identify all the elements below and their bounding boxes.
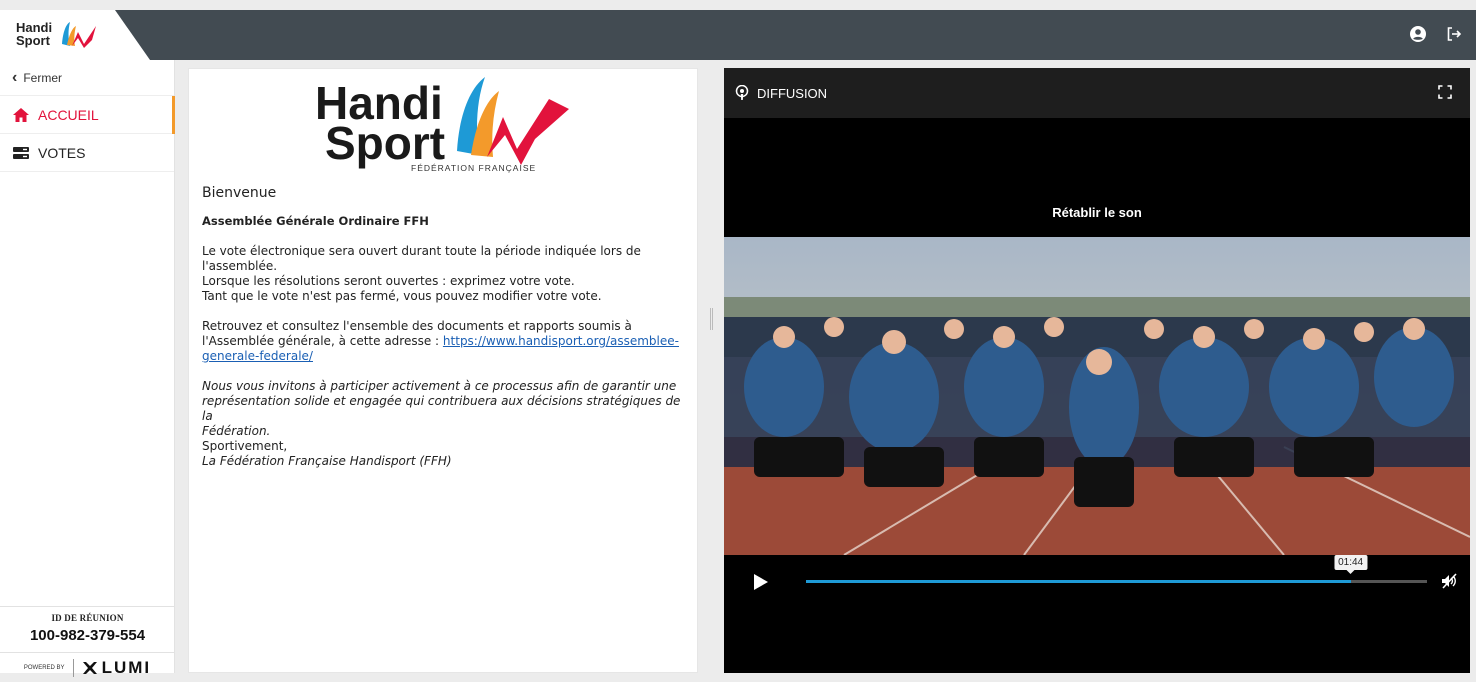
- broadcast-header: DIFFUSION: [724, 68, 1470, 118]
- sidebar-item-label: ACCUEIL: [38, 106, 99, 123]
- sidebar-item-votes[interactable]: VOTES: [0, 134, 174, 172]
- text-line: Nous vous invitons à participer activeme…: [202, 379, 677, 393]
- handisport-logo-small: Handi Sport: [16, 20, 96, 48]
- play-icon[interactable]: [753, 573, 769, 591]
- broadcast-panel: DIFFUSION Rétablir le son 01:44: [724, 68, 1470, 673]
- signature-line: La Fédération Française Handisport (FFH): [202, 454, 452, 468]
- powered-by-lumi: POWERED BY LUMI: [0, 652, 175, 682]
- text-line: Tant que le vote n'est pas fermé, vous p…: [202, 289, 602, 303]
- divider: [72, 658, 74, 677]
- progress-bar[interactable]: [806, 580, 1427, 583]
- video-controls: 01:44: [724, 555, 1470, 615]
- text-line: Lorsque les résolutions seront ouvertes …: [202, 274, 575, 288]
- text-line: Retrouvez et consultez l'ensemble des do…: [202, 319, 632, 333]
- svg-text:FÉDÉRATION FRANÇAISE: FÉDÉRATION FRANÇAISE: [411, 163, 536, 173]
- lumi-brand-text: LUMI: [101, 657, 152, 677]
- text-line: Fédération.: [202, 424, 271, 438]
- meeting-id-label: ID DE RÉUNION: [51, 613, 124, 623]
- time-tooltip: 01:44: [1334, 555, 1368, 574]
- meeting-id-value: 100-982-379-554: [29, 627, 146, 644]
- welcome-heading: Bienvenue: [202, 185, 277, 201]
- chevron-left-icon: ‹: [12, 68, 18, 86]
- text-line: l'assemblée.: [202, 259, 278, 273]
- assembly-documents-link-cont[interactable]: generale-federale/: [202, 349, 313, 363]
- fullscreen-icon[interactable]: [1438, 85, 1452, 99]
- close-label: Fermer: [23, 70, 62, 85]
- text-line: Le vote électronique sera ouvert durant …: [202, 244, 641, 258]
- welcome-text: Bienvenue Assemblée Générale Ordinaire F…: [202, 186, 692, 484]
- sidebar-item-accueil[interactable]: ACCUEIL: [0, 96, 175, 134]
- welcome-panel: Handi Sport FÉDÉRATION FRANÇAISE Bienven…: [188, 68, 698, 673]
- text-line: représentation solide et engagée qui con…: [202, 394, 681, 423]
- close-sidebar-button[interactable]: ‹ Fermer: [0, 60, 174, 96]
- svg-text:Sport: Sport: [16, 33, 51, 48]
- video-player[interactable]: [724, 237, 1470, 555]
- logout-icon[interactable]: [1444, 24, 1464, 44]
- lumi-logo: LUMI: [82, 658, 152, 678]
- assembly-title: Assemblée Générale Ordinaire FFH: [202, 214, 429, 228]
- lumi-mark-icon: [82, 661, 97, 674]
- vote-info-paragraph: Le vote électronique sera ouvert durant …: [202, 244, 692, 304]
- text-line: Sportivement,: [202, 439, 288, 453]
- home-icon: [12, 107, 30, 123]
- sidebar-item-label: VOTES: [38, 144, 86, 161]
- podcast-icon: [735, 85, 749, 100]
- sidebar: ‹ Fermer ACCUEIL VOTES ID DE RÉUNION 100…: [0, 60, 175, 677]
- meeting-id-block: ID DE RÉUNION 100-982-379-554: [0, 606, 175, 644]
- handisport-logo: Handi Sport FÉDÉRATION FRANÇAISE: [315, 77, 569, 173]
- athletes-group-photo: [724, 237, 1470, 555]
- assembly-documents-link[interactable]: https://www.handisport.org/assemblee-: [443, 334, 679, 348]
- votes-icon: [12, 145, 30, 161]
- top-bar: Handi Sport: [0, 10, 1476, 60]
- progress-fill: [806, 580, 1351, 583]
- text-line: l'Assemblée générale, à cette adresse :: [202, 334, 443, 348]
- powered-by-label: POWERED BY: [23, 664, 65, 671]
- panel-resize-handle[interactable]: [710, 308, 713, 330]
- svg-text:Sport: Sport: [325, 117, 445, 169]
- unmute-button[interactable]: Rétablir le son: [724, 205, 1470, 220]
- documents-paragraph: Retrouvez et consultez l'ensemble des do…: [202, 319, 692, 364]
- user-account-icon[interactable]: [1408, 24, 1428, 44]
- logo-tab[interactable]: Handi Sport: [0, 10, 150, 60]
- broadcast-title: DIFFUSION: [757, 85, 828, 101]
- closing-paragraph: Nous vous invitons à participer activeme…: [202, 379, 692, 469]
- muted-volume-icon[interactable]: [1440, 572, 1458, 590]
